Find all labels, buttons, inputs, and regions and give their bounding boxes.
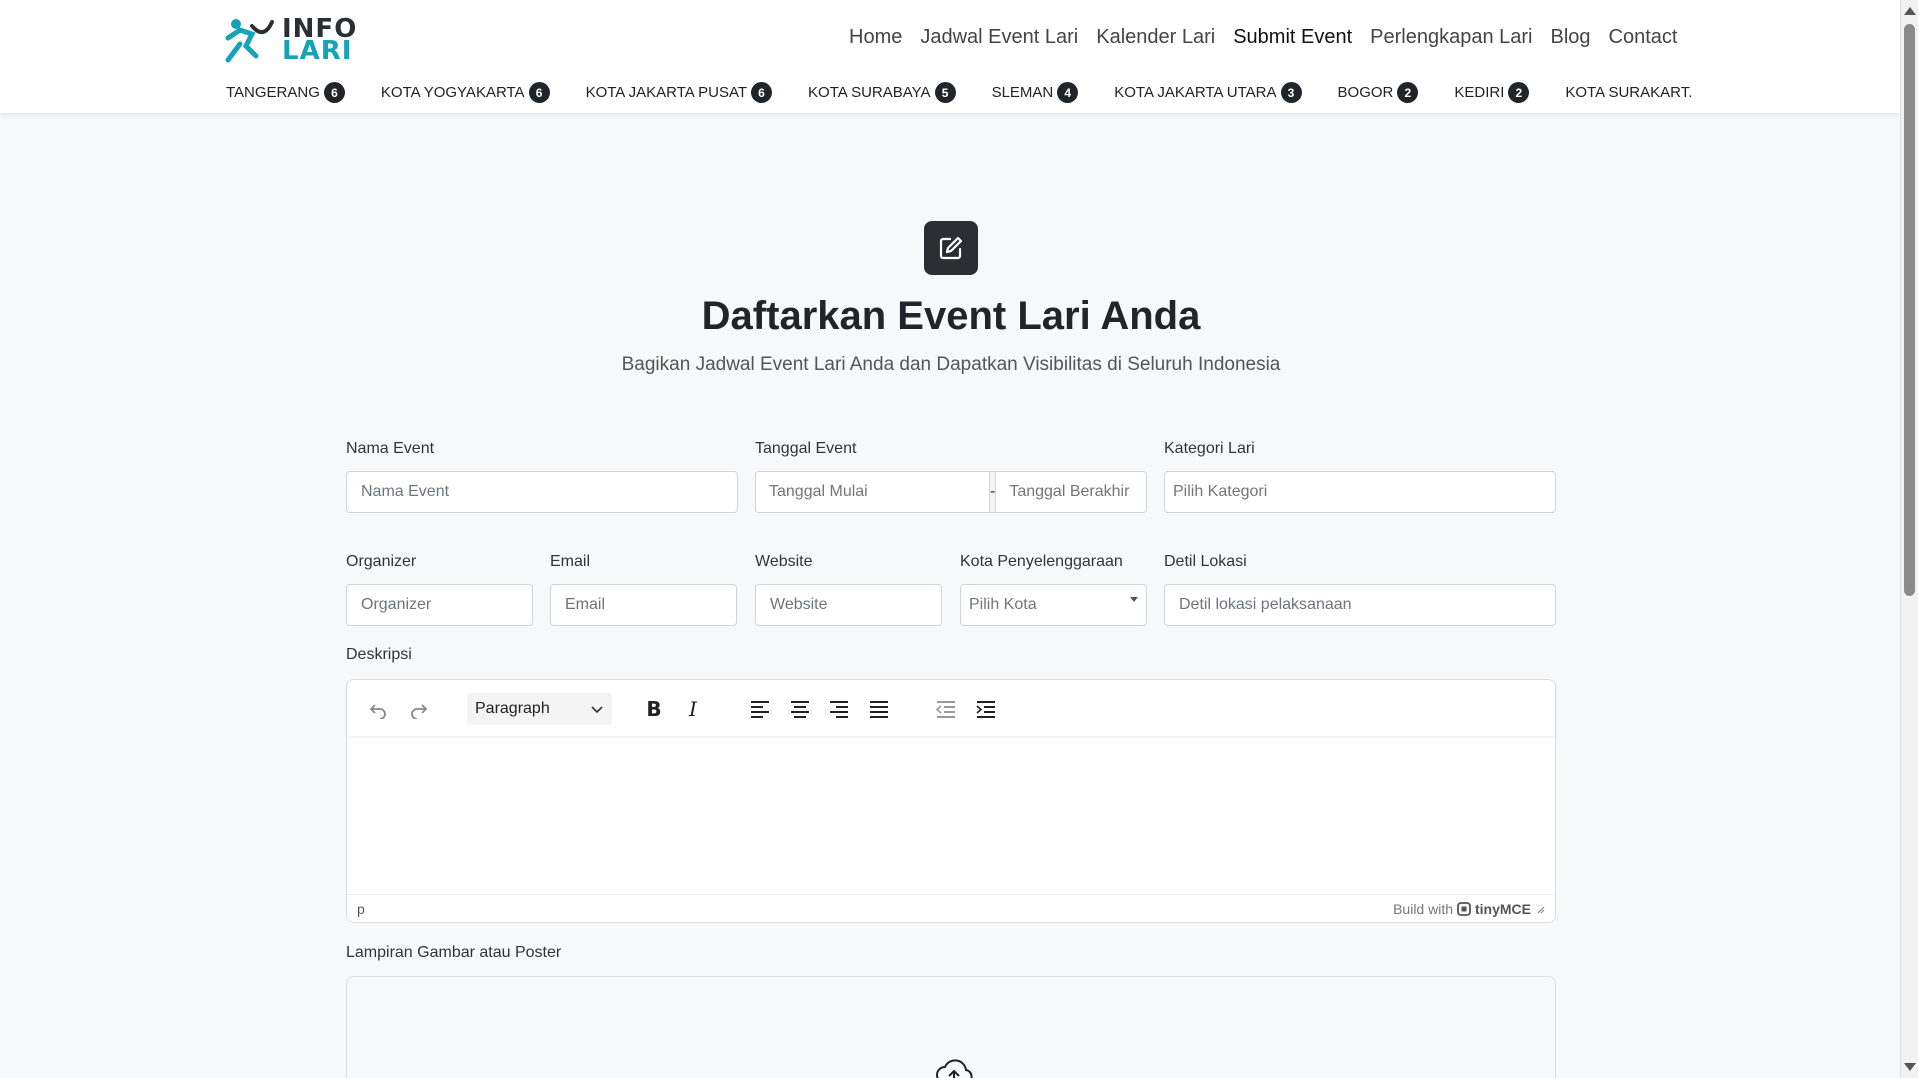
city-count-badge: 6 — [323, 82, 345, 103]
kota-penyelenggaraan-label: Kota Penyelenggaraan — [960, 553, 1123, 570]
kategori-placeholder: Pilih Kategori — [1173, 483, 1268, 500]
tinymce-brand-text: tinyMCE — [1475, 900, 1531, 917]
submit-event-content: Daftarkan Event Lari Anda Bagikan Jadwal… — [220, 114, 1902, 1078]
tinymce-logo-icon — [1457, 901, 1471, 916]
city-name: BOGOR — [1337, 84, 1394, 101]
city-link-kota-surakarta[interactable]: KOTA SURAKART. — [1565, 82, 1692, 103]
page-scrollbar[interactable] — [1900, 0, 1918, 1078]
date-separator: - — [989, 472, 997, 512]
city-link-sleman[interactable]: SLEMAN 4 — [992, 82, 1079, 103]
nav-kalender-lari[interactable]: Kalender Lari — [1096, 26, 1215, 49]
nav-jadwal-event-lari[interactable]: Jadwal Event Lari — [920, 26, 1078, 49]
city-count-badge: 6 — [751, 82, 773, 103]
city-filter-bar: TANGERANG 6 KOTA YOGYAKARTA 6 KOTA JAKARTA… — [226, 82, 1696, 103]
poster-dropzone[interactable] — [346, 976, 1556, 1078]
rich-text-editor: Paragraph B I p Build with tinyMCE — [346, 679, 1556, 923]
page-subtitle: Bagikan Jadwal Event Lari Anda dan Dapat… — [621, 354, 1281, 375]
city-count-badge: 5 — [934, 82, 956, 103]
city-count-badge: 2 — [1508, 82, 1530, 103]
city-name: TANGERANG — [226, 84, 320, 101]
logo-text: INFO LARI — [282, 16, 357, 66]
tanggal-event-label: Tanggal Event — [755, 440, 857, 457]
nav-submit-event[interactable]: Submit Event — [1233, 26, 1352, 49]
city-name: SLEMAN — [991, 84, 1054, 101]
nama-event-label: Nama Event — [346, 440, 435, 457]
city-link-kediri[interactable]: KEDIRI 2 — [1454, 82, 1530, 103]
city-name: KOTA JAKARTA UTARA — [1114, 84, 1277, 101]
city-name: KEDIRI — [1454, 84, 1505, 101]
align-center-icon[interactable] — [783, 692, 817, 726]
caret-down-icon — [1130, 597, 1138, 602]
tinymce-branding[interactable]: Build with tinyMCE — [1393, 901, 1545, 917]
city-link-kota-yogyakarta[interactable]: KOTA YOGYAKARTA 6 — [381, 82, 550, 103]
tanggal-event-range: - — [755, 471, 1147, 513]
redo-icon[interactable] — [402, 692, 436, 726]
edit-square-icon — [924, 221, 978, 275]
city-count-badge: 3 — [1280, 82, 1302, 103]
nav-blog[interactable]: Blog — [1551, 26, 1591, 49]
tanggal-mulai-input[interactable] — [756, 472, 989, 512]
email-label: Email — [550, 553, 591, 570]
kategori-lari-select[interactable]: Pilih Kategori — [1164, 471, 1556, 513]
tanggal-berakhir-input[interactable] — [996, 472, 1146, 512]
site-logo[interactable]: INFO LARI — [222, 16, 357, 64]
city-link-kota-jakarta-pusat[interactable]: KOTA JAKARTA PUSAT 6 — [585, 82, 773, 103]
indent-icon[interactable] — [969, 692, 1003, 726]
city-name: KOTA JAKARTA PUSAT — [585, 84, 748, 101]
scroll-thumb[interactable] — [1904, 24, 1915, 596]
block-format-label: Paragraph — [475, 700, 550, 717]
undo-icon[interactable] — [361, 692, 395, 726]
kota-select[interactable]: Pilih Kota — [960, 584, 1147, 626]
editor-status-bar: p Build with tinyMCE — [347, 894, 1555, 922]
main-nav: Home Jadwal Event Lari Kalender Lari Sub… — [849, 26, 1677, 49]
editor-toolbar: Paragraph B I — [347, 680, 1555, 736]
nav-perlengkapan-lari[interactable]: Perlengkapan Lari — [1370, 26, 1532, 49]
city-name: KOTA SURABAYA — [808, 84, 931, 101]
resize-handle-icon[interactable] — [1535, 904, 1545, 914]
detil-lokasi-label: Detil Lokasi — [1164, 553, 1247, 570]
outdent-icon[interactable] — [929, 692, 963, 726]
block-format-select[interactable]: Paragraph — [467, 693, 612, 725]
scroll-down-icon[interactable] — [1904, 1063, 1916, 1071]
align-left-icon[interactable] — [743, 692, 777, 726]
lampiran-label: Lampiran Gambar atau Poster — [346, 944, 562, 961]
nav-contact[interactable]: Contact — [1609, 26, 1678, 49]
organizer-label: Organizer — [346, 553, 417, 570]
deskripsi-label: Deskripsi — [346, 646, 412, 663]
city-count-badge: 2 — [1397, 82, 1419, 103]
italic-icon[interactable]: I — [676, 692, 710, 726]
kategori-lari-label: Kategori Lari — [1164, 440, 1255, 457]
city-link-kota-jakarta-utara[interactable]: KOTA JAKARTA UTARA 3 — [1114, 82, 1302, 103]
nama-event-input[interactable] — [346, 471, 738, 513]
city-count-badge: 4 — [1057, 82, 1079, 103]
website-label: Website — [755, 553, 813, 570]
city-name: KOTA SURAKART. — [1565, 84, 1693, 101]
email-input[interactable] — [550, 584, 737, 626]
align-right-icon[interactable] — [822, 692, 856, 726]
build-with-text: Build with — [1393, 900, 1453, 917]
organizer-input[interactable] — [346, 584, 533, 626]
detil-lokasi-input[interactable] — [1164, 584, 1556, 626]
city-link-bogor[interactable]: BOGOR 2 — [1338, 82, 1419, 103]
scroll-up-icon[interactable] — [1904, 7, 1916, 15]
align-justify-icon[interactable] — [862, 692, 896, 726]
nav-home[interactable]: Home — [849, 26, 902, 49]
runner-logo-icon — [225, 19, 274, 63]
element-path[interactable]: p — [357, 901, 365, 917]
chevron-down-icon — [591, 706, 603, 714]
city-name: KOTA YOGYAKARTA — [380, 84, 525, 101]
logo-line-lari: LARI — [282, 36, 353, 66]
website-input[interactable] — [755, 584, 942, 626]
city-link-tangerang[interactable]: TANGERANG 6 — [226, 82, 345, 103]
kota-placeholder: Pilih Kota — [969, 596, 1037, 613]
page-title: Daftarkan Event Lari Anda — [701, 294, 1201, 338]
cloud-upload-icon — [936, 1059, 973, 1078]
city-link-kota-surabaya[interactable]: KOTA SURABAYA 5 — [808, 82, 956, 103]
site-header: INFO LARI Home Jadwal Event Lari Kalende… — [0, 0, 1900, 114]
city-count-badge: 6 — [528, 82, 550, 103]
bold-icon[interactable]: B — [637, 692, 671, 726]
